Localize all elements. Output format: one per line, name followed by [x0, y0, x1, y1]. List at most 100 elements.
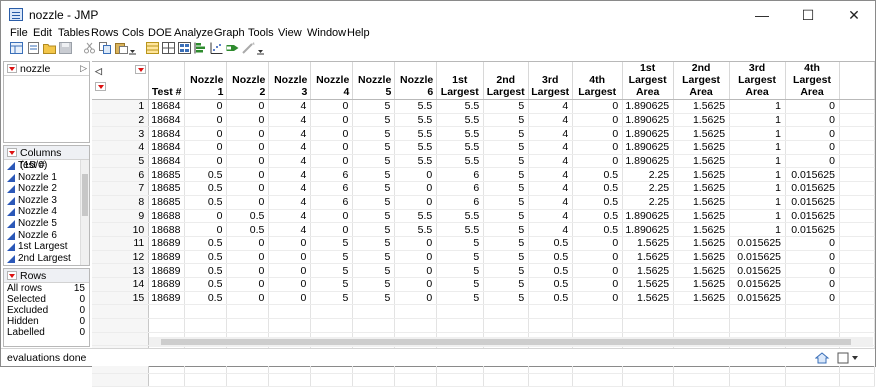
collapse-arrow-icon[interactable]: ▷ — [80, 63, 87, 74]
table-cell[interactable]: 4 — [268, 113, 312, 128]
table-cell[interactable]: 5 — [483, 140, 530, 155]
table-cell[interactable]: 0 — [785, 236, 840, 251]
table-cell[interactable]: 0 — [226, 99, 270, 114]
data-table-list-icon[interactable] — [146, 42, 159, 54]
table-cell[interactable]: 1.5625 — [673, 222, 731, 237]
table-cell[interactable]: 6 — [310, 167, 354, 183]
table-cell[interactable]: 0 — [184, 140, 228, 155]
table-cell[interactable]: 0 — [785, 113, 840, 128]
table-cell[interactable]: 1.5625 — [673, 236, 731, 251]
table-cell[interactable]: 4 — [268, 126, 312, 142]
table-cell[interactable]: 0.5 — [572, 181, 624, 196]
table-cell[interactable]: 0 — [184, 154, 228, 169]
table-cell[interactable]: 5 — [310, 277, 354, 292]
table-cell[interactable]: 0 — [184, 209, 228, 224]
table-cell[interactable]: 4 — [268, 181, 312, 196]
table-cell[interactable]: 5.5 — [394, 154, 438, 169]
maximize-button[interactable]: ☐ — [785, 1, 831, 29]
table-cell[interactable]: 0 — [310, 154, 354, 169]
table-cell[interactable]: 0 — [572, 126, 624, 142]
table-cell[interactable]: 18689 — [148, 250, 186, 265]
table-cell[interactable]: 0.5 — [528, 291, 574, 306]
horizontal-scrollbar-thumb[interactable] — [161, 339, 851, 345]
table-cell[interactable]: 5 — [352, 209, 396, 224]
table-cell[interactable]: 0 — [184, 99, 228, 114]
table-cell[interactable]: 18684 — [148, 126, 186, 142]
table-cell[interactable]: 0 — [310, 222, 354, 237]
table-cell[interactable]: 5 — [483, 167, 530, 183]
cut-icon[interactable] — [83, 42, 96, 54]
table-cell[interactable]: 0.5 — [184, 263, 228, 278]
table-cell[interactable]: 0 — [226, 250, 270, 265]
table-cell[interactable]: 18684 — [148, 99, 186, 114]
table-cell[interactable]: 4 — [528, 154, 574, 169]
table-cell[interactable]: 1 — [729, 209, 787, 224]
table-cell[interactable]: 5 — [352, 154, 396, 169]
row-number[interactable]: 15 — [92, 291, 150, 306]
table-cell[interactable]: 1 — [729, 99, 787, 114]
table-cell[interactable]: 5.5 — [394, 140, 438, 155]
table-cell[interactable]: 0.5 — [226, 222, 270, 237]
table-cell[interactable]: 4 — [268, 222, 312, 237]
table-row[interactable]: 6 18685 0.5 0 4 6 5 0 6 5 4 0.5 2.25 1.5625 1 0.015625 — [92, 167, 876, 183]
table-cell[interactable]: 5 — [483, 209, 530, 224]
table-cell[interactable]: 0 — [226, 167, 270, 183]
table-cell[interactable]: 1.5625 — [622, 277, 675, 292]
table-cell[interactable]: 1.5625 — [622, 236, 675, 251]
copy-icon[interactable] — [99, 42, 112, 54]
table-cell[interactable]: 5.5 — [436, 113, 485, 128]
table-cell[interactable]: 0 — [310, 113, 354, 128]
table-cell[interactable]: 5 — [483, 154, 530, 169]
table-cell[interactable]: 0 — [394, 250, 438, 265]
table-cell[interactable]: 1.5625 — [673, 195, 731, 210]
table-cell[interactable]: 18688 — [148, 209, 186, 224]
row-number[interactable]: 2 — [92, 113, 150, 128]
table-cell[interactable]: 5 — [310, 236, 354, 251]
open-folder-icon[interactable] — [43, 42, 56, 54]
table-cell[interactable]: 1.5625 — [673, 126, 731, 142]
column-header[interactable]: 3rd Largest Area — [729, 62, 787, 100]
table-cell[interactable]: 1.5625 — [673, 277, 731, 292]
table-cell[interactable]: 1.890625 — [622, 99, 675, 114]
table-cell[interactable]: 0 — [310, 140, 354, 155]
column-item[interactable]: Nozzle 1 — [4, 172, 89, 184]
table-cell[interactable]: 0 — [226, 126, 270, 142]
table-row[interactable]: 13 18689 0.5 0 0 5 5 0 5 5 0.5 0 1.5625 1.5625 0.01562… — [92, 263, 876, 278]
table-cell[interactable]: 4 — [528, 140, 574, 155]
table-cell[interactable]: 0 — [785, 250, 840, 265]
save-icon[interactable] — [59, 42, 72, 54]
table-cell[interactable]: 5 — [352, 181, 396, 196]
table-cell[interactable]: 5.5 — [394, 222, 438, 237]
table-cell[interactable]: 0 — [394, 181, 438, 196]
table-cell[interactable]: 18689 — [148, 291, 186, 306]
column-header[interactable]: 1st Largest — [436, 62, 485, 100]
menu-help[interactable]: Help — [347, 27, 370, 39]
table-cell[interactable]: 0 — [785, 277, 840, 292]
row-number[interactable]: 1 — [92, 99, 150, 114]
toolbar-dropdown-icon[interactable] — [129, 49, 136, 55]
row-number[interactable]: 10 — [92, 222, 150, 237]
row-number[interactable]: 8 — [92, 195, 150, 210]
minimize-button[interactable]: — — [739, 1, 785, 29]
table-cell[interactable]: 5 — [483, 250, 530, 265]
row-number[interactable]: 7 — [92, 181, 150, 196]
table-cell[interactable]: 5 — [310, 263, 354, 278]
row-number[interactable]: 5 — [92, 154, 150, 169]
table-cell[interactable]: 4 — [268, 209, 312, 224]
table-cell[interactable]: 1 — [729, 126, 787, 142]
column-header[interactable]: Test # — [148, 62, 186, 100]
column-item[interactable]: Nozzle 4 — [4, 206, 89, 218]
table-cell[interactable]: 0 — [268, 236, 312, 251]
menu-graph[interactable]: Graph — [214, 27, 245, 39]
table-cell[interactable]: 5 — [436, 263, 485, 278]
table-cell[interactable]: 18684 — [148, 140, 186, 155]
table-cell[interactable]: 5 — [483, 222, 530, 237]
table-row[interactable]: 11 18689 0.5 0 0 5 5 0 5 5 0.5 0 1.5625 1.5625 0.01562… — [92, 236, 876, 251]
table-cell[interactable]: 0.5 — [572, 222, 624, 237]
table-cell[interactable]: 5 — [352, 263, 396, 278]
menu-tables[interactable]: Tables — [58, 27, 90, 39]
column-header[interactable]: 1st Largest Area — [622, 62, 675, 100]
horizontal-scrollbar[interactable] — [149, 337, 873, 347]
row-number[interactable]: 6 — [92, 167, 150, 183]
table-cell[interactable]: 0 — [394, 236, 438, 251]
